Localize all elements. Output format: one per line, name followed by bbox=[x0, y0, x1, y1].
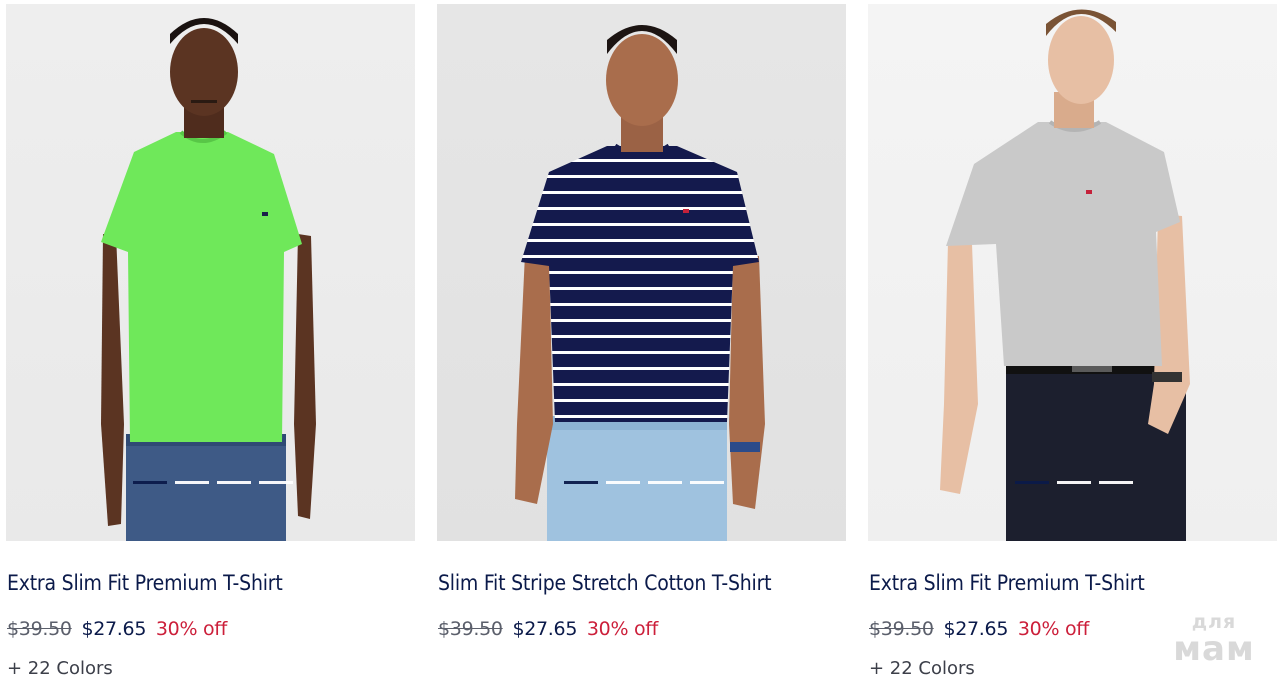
price-row: $39.50 $27.65 30% off bbox=[438, 618, 658, 640]
product-title[interactable]: Extra Slim Fit Premium T-Shirt bbox=[869, 571, 1145, 595]
original-price: $39.50 bbox=[7, 618, 72, 640]
sale-price: $27.65 bbox=[512, 618, 578, 640]
carousel-dot[interactable] bbox=[564, 481, 598, 484]
discount-label: 30% off bbox=[586, 618, 659, 640]
sale-price: $27.65 bbox=[943, 618, 1009, 640]
product-grid: Extra Slim Fit Premium T-Shirt $39.50 $2… bbox=[6, 4, 1277, 680]
product-card[interactable]: Extra Slim Fit Premium T-Shirt $39.50 $2… bbox=[868, 4, 1277, 680]
image-carousel-dots bbox=[564, 481, 724, 484]
carousel-dot[interactable] bbox=[1015, 481, 1049, 484]
price-row: $39.50 $27.65 30% off bbox=[869, 618, 1089, 640]
product-card[interactable]: Extra Slim Fit Premium T-Shirt $39.50 $2… bbox=[6, 4, 415, 680]
price-row: $39.50 $27.65 30% off bbox=[7, 618, 227, 640]
carousel-dot[interactable] bbox=[1057, 481, 1091, 484]
model-photo-striped-tshirt bbox=[515, 25, 765, 541]
carousel-dot[interactable] bbox=[259, 481, 293, 484]
original-price: $39.50 bbox=[869, 618, 934, 640]
image-carousel-dots bbox=[1015, 481, 1133, 484]
carousel-dot[interactable] bbox=[648, 481, 682, 484]
product-card[interactable]: Slim Fit Stripe Stretch Cotton T-Shirt $… bbox=[437, 4, 846, 680]
carousel-dot[interactable] bbox=[217, 481, 251, 484]
carousel-dot[interactable] bbox=[1099, 481, 1133, 484]
model-photo-green-tshirt bbox=[101, 18, 316, 541]
color-count-link[interactable]: + 22 Colors bbox=[7, 658, 113, 679]
sale-price: $27.65 bbox=[81, 618, 147, 640]
carousel-dot[interactable] bbox=[606, 481, 640, 484]
carousel-dot[interactable] bbox=[690, 481, 724, 484]
product-image[interactable] bbox=[437, 4, 846, 541]
carousel-dot[interactable] bbox=[175, 481, 209, 484]
model-photo-grey-tshirt bbox=[940, 9, 1190, 541]
product-image[interactable] bbox=[6, 4, 415, 541]
color-count-link[interactable]: + 22 Colors bbox=[869, 658, 975, 679]
original-price: $39.50 bbox=[438, 618, 503, 640]
product-title[interactable]: Slim Fit Stripe Stretch Cotton T-Shirt bbox=[438, 571, 772, 595]
image-carousel-dots bbox=[133, 481, 293, 484]
discount-label: 30% off bbox=[155, 618, 228, 640]
product-image[interactable] bbox=[868, 4, 1277, 541]
discount-label: 30% off bbox=[1017, 618, 1090, 640]
product-title[interactable]: Extra Slim Fit Premium T-Shirt bbox=[7, 571, 283, 595]
carousel-dot[interactable] bbox=[133, 481, 167, 484]
